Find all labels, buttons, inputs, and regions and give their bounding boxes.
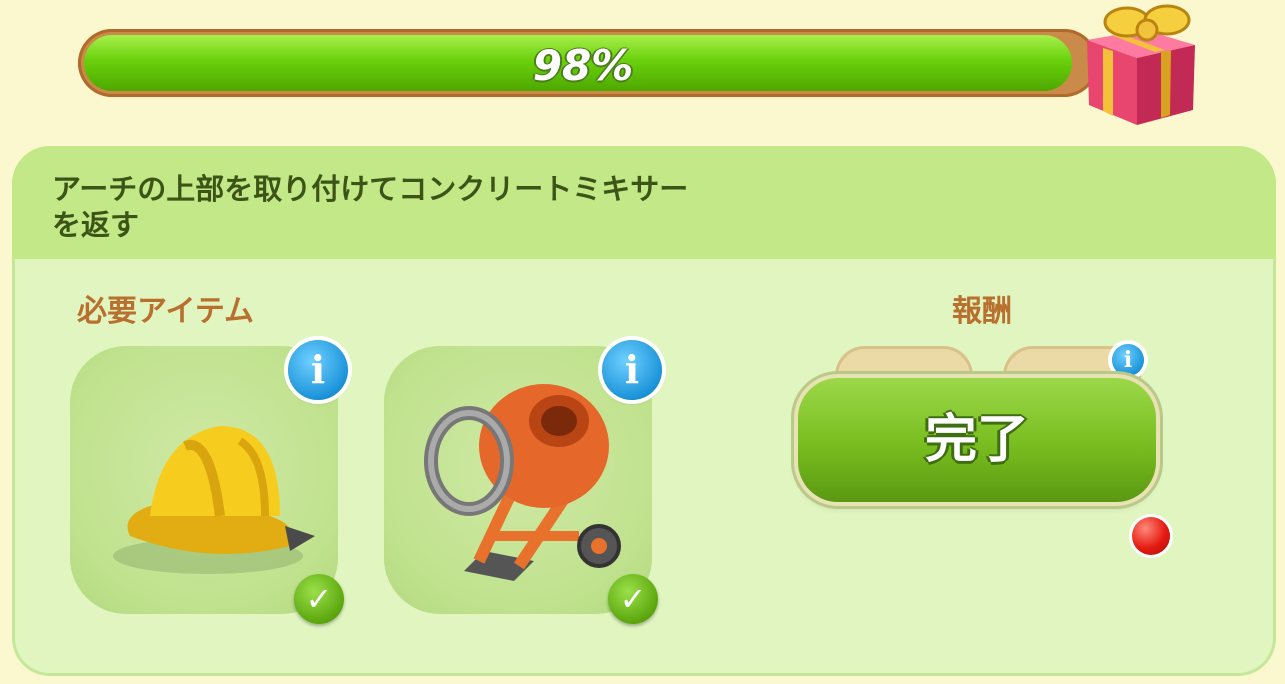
complete-button-label: 完了	[924, 410, 1029, 470]
quest-header: アーチの上部を取り付けてコンクリートミキサー を返す	[12, 146, 1276, 259]
crate-info-icon[interactable]: i	[1112, 344, 1144, 376]
gift-box-icon[interactable]	[1075, 0, 1205, 130]
cement-mixer-info-icon[interactable]: i	[602, 340, 662, 400]
hard-hat-check-icon: ✓	[294, 574, 344, 624]
quest-title: アーチの上部を取り付けてコンクリートミキサー を返す	[52, 171, 772, 243]
hard-hat-icon	[113, 426, 315, 574]
cement-mixer-icon	[424, 384, 621, 581]
progress-percent: 98%	[532, 41, 634, 90]
rewards-label: 報酬	[952, 294, 1012, 329]
quest-title-line2: を返す	[52, 208, 140, 242]
hard-hat-info-icon[interactable]: i	[288, 340, 348, 400]
complete-button[interactable]: 完了	[798, 378, 1156, 502]
notification-dot-icon	[1132, 517, 1170, 555]
quest-title-line1: アーチの上部を取り付けてコンクリートミキサー	[52, 172, 689, 206]
cement-mixer-check-icon: ✓	[608, 574, 658, 624]
required-items-label: 必要アイテム	[77, 294, 254, 329]
